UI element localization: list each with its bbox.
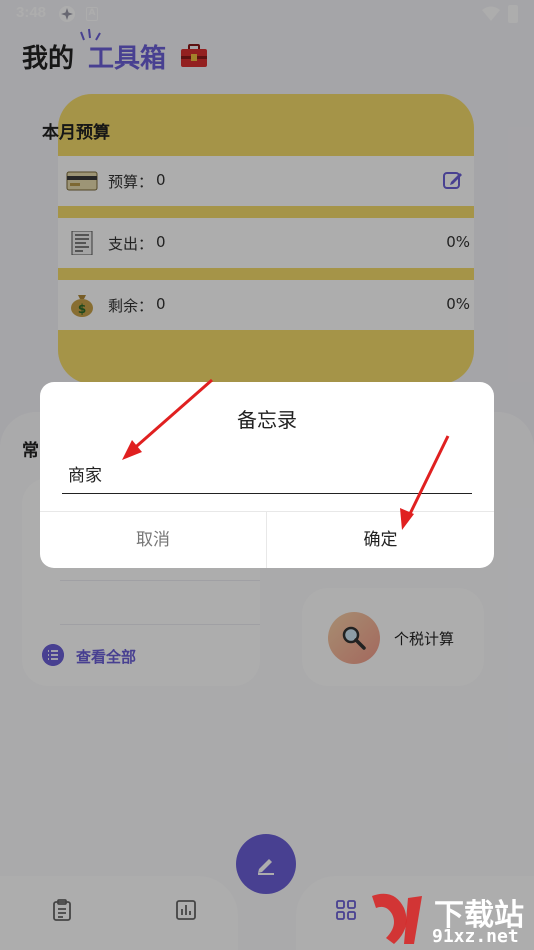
memo-input[interactable] <box>62 454 472 494</box>
watermark-url: 91xz.net <box>432 926 519 947</box>
watermark-logo <box>372 893 422 944</box>
cancel-button[interactable]: 取消 <box>40 512 266 568</box>
dialog-title: 备忘录 <box>237 408 297 432</box>
confirm-button[interactable]: 确定 <box>267 512 494 568</box>
memo-dialog: 备忘录 取消 确定 <box>40 382 494 568</box>
